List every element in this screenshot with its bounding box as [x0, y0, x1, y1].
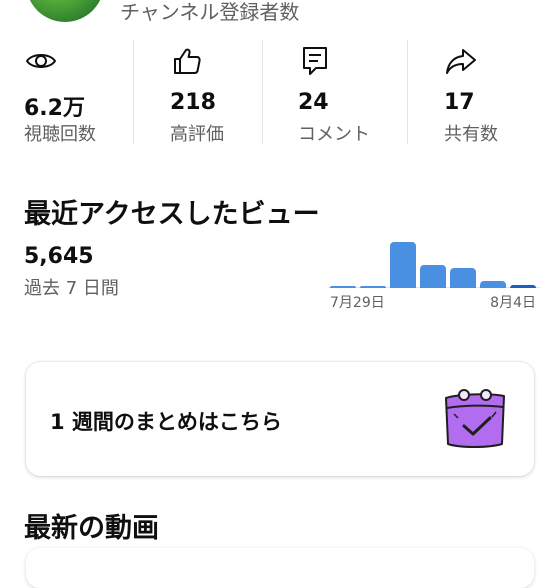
- latest-video-card[interactable]: [26, 548, 534, 588]
- share-icon: [446, 49, 476, 74]
- chart-bar: [480, 281, 506, 288]
- eye-icon: [25, 54, 57, 68]
- latest-videos-title: 最新の動画: [24, 513, 159, 544]
- chart-bar: [390, 242, 416, 288]
- tick-label-start: 7月29日: [330, 295, 385, 311]
- subscriber-label: チャンネル登録者数: [120, 0, 300, 24]
- recent-views-period: 過去 7 日間: [24, 278, 119, 299]
- chart-bar: [360, 286, 386, 288]
- weekly-summary-card[interactable]: 1 週間のまとめはこちら: [26, 362, 534, 476]
- stat-label: 共有数: [444, 124, 498, 145]
- calendar-check-icon: [445, 389, 505, 448]
- stat-value: 218: [170, 90, 216, 115]
- stat-label: 視聴回数: [24, 124, 96, 145]
- comment-icon: [303, 47, 327, 75]
- divider: [133, 40, 134, 144]
- divider: [262, 40, 263, 144]
- stats-row: 6.2万 視聴回数 218 高評価 24 コメント 17 共有数: [0, 40, 560, 145]
- divider: [407, 40, 408, 144]
- chart-bar: [450, 268, 476, 288]
- chart-bar: [330, 286, 356, 288]
- thumbs-up-icon: [174, 48, 201, 74]
- chart-bar: [510, 285, 536, 288]
- tick-label-end: 8月4日: [490, 295, 536, 311]
- recent-views-chart[interactable]: 7月29日 8月4日: [328, 236, 540, 316]
- chart-bar: [420, 265, 446, 288]
- channel-header: チャンネル登録者数: [0, 0, 560, 26]
- recent-views-total: 5,645: [24, 244, 94, 269]
- recent-views-title: 最近アクセスしたビュー: [24, 199, 320, 230]
- stat-value: 24: [298, 90, 329, 115]
- weekly-summary-text: 1 週間のまとめはこちら: [50, 410, 282, 434]
- stat-value: 6.2万: [24, 96, 85, 121]
- channel-avatar[interactable]: [26, 0, 104, 22]
- stat-label: 高評価: [170, 124, 224, 145]
- stat-label: コメント: [298, 124, 370, 145]
- stat-value: 17: [444, 90, 475, 115]
